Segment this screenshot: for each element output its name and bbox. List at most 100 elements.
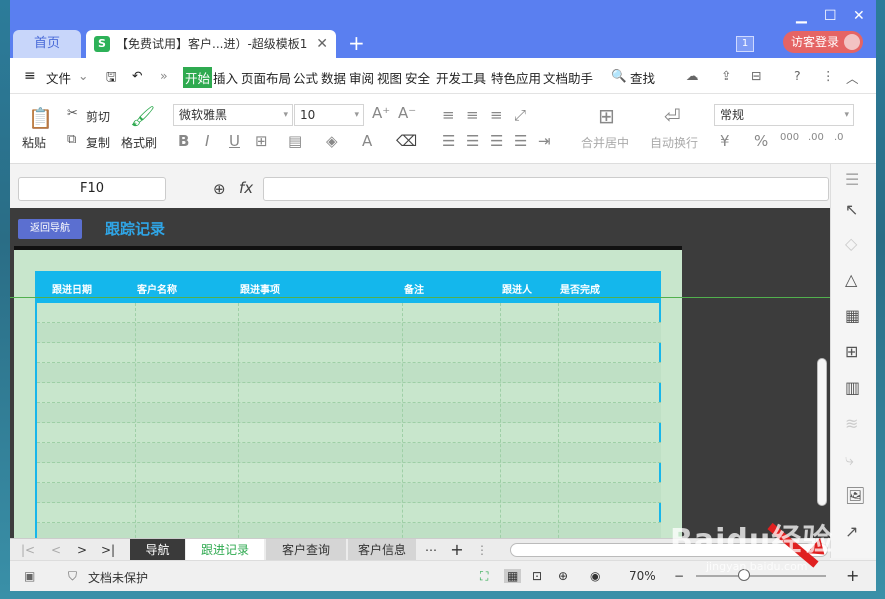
eye-protection-icon[interactable]: ◉ <box>590 569 600 583</box>
close-window-icon[interactable]: ✕ <box>853 8 865 24</box>
more-options-icon[interactable]: ⋮ <box>822 68 835 83</box>
table-row[interactable] <box>37 483 661 503</box>
justify-icon[interactable]: ☰ <box>514 132 527 150</box>
percent-icon[interactable]: % <box>754 132 768 150</box>
align-top-icon[interactable]: ≡ <box>442 106 455 124</box>
menu-formula[interactable]: 公式 <box>293 68 318 87</box>
protection-status[interactable]: 文档未保护 <box>88 569 148 586</box>
table-row[interactable] <box>37 463 661 483</box>
add-sheet-icon[interactable]: + <box>446 539 468 561</box>
reading-mode-icon[interactable]: ⊕ <box>558 569 568 583</box>
align-left-icon[interactable]: ☰ <box>442 132 455 150</box>
page-break-view-icon[interactable]: ⊡ <box>532 569 542 583</box>
minimize-icon[interactable]: ▁ <box>796 8 807 24</box>
currency-icon[interactable]: ¥ <box>720 132 730 150</box>
number-format-select[interactable]: 常规 ▾ <box>714 104 854 126</box>
new-tab-icon[interactable]: + <box>348 32 365 54</box>
prev-sheet-icon[interactable]: < <box>46 539 66 561</box>
increase-font-icon[interactable]: A⁺ <box>372 104 390 122</box>
export-icon[interactable]: ⊟ <box>751 68 761 83</box>
format-painter-label[interactable]: 格式刷 <box>121 134 157 151</box>
cloud-icon[interactable]: ☁ <box>686 68 699 83</box>
wrap-text-icon[interactable]: ⏎ <box>664 104 681 128</box>
merge-center-label[interactable]: 合并居中 <box>581 134 629 151</box>
paste-icon[interactable]: 📋 <box>28 106 53 130</box>
table-row[interactable] <box>37 323 661 343</box>
fill-color-icon[interactable]: ◈ <box>326 132 338 150</box>
layout-icon[interactable]: ▣ <box>24 569 35 583</box>
eraser-icon[interactable]: ⌫ <box>396 132 417 150</box>
more-sheets-icon[interactable]: ⋯ <box>420 539 442 561</box>
format-painter-icon[interactable]: 🖌 <box>130 104 155 128</box>
sheet-tab-customers[interactable]: 客户信息 <box>348 539 416 561</box>
table-row[interactable] <box>37 343 661 363</box>
table-row[interactable] <box>37 503 661 523</box>
font-size-select[interactable]: 10 ▾ <box>294 104 364 126</box>
border-icon[interactable]: ⊞ <box>255 132 268 150</box>
menu-view[interactable]: 视图 <box>377 68 402 87</box>
font-family-select[interactable]: 微软雅黑 ▾ <box>173 104 293 126</box>
zoom-in-icon[interactable]: + <box>846 566 859 585</box>
zoom-out-icon[interactable]: − <box>674 569 684 583</box>
table-row[interactable] <box>37 523 661 538</box>
font-color-icon[interactable]: A <box>362 132 372 150</box>
copy-icon[interactable]: ⧉ <box>67 132 76 147</box>
chart-icon[interactable]: ▥ <box>845 378 860 397</box>
align-bottom-icon[interactable]: ≡ <box>490 106 503 124</box>
zoom-find-icon[interactable]: ⊕ <box>213 180 226 198</box>
table-row[interactable] <box>37 403 661 423</box>
apps-icon[interactable]: ⊞ <box>845 342 858 361</box>
image-icon[interactable]: 🖼 <box>845 486 865 505</box>
orientation-icon[interactable]: ⤢ <box>514 106 526 124</box>
more-icon[interactable]: » <box>160 68 168 83</box>
sheet-tab-nav[interactable]: 导航 <box>130 539 185 561</box>
menu-data[interactable]: 数据 <box>321 68 346 87</box>
close-tab-icon[interactable]: ✕ <box>316 30 328 58</box>
cut-label[interactable]: 剪切 <box>86 108 110 125</box>
cell-style-icon[interactable]: ▤ <box>288 132 302 150</box>
normal-view-icon[interactable]: ▦ <box>504 569 522 583</box>
menu-doc-assistant[interactable]: 文档助手 <box>543 68 593 87</box>
back-to-nav-button[interactable]: 返回导航 <box>18 219 82 239</box>
menu-security[interactable]: 安全 <box>405 68 430 87</box>
share-icon[interactable]: ⇪ <box>721 68 731 83</box>
undo-icon[interactable]: ↶ <box>132 68 142 83</box>
bold-icon[interactable]: B <box>178 132 189 150</box>
window-count-badge[interactable]: 1 <box>736 36 754 52</box>
chevron-down-icon[interactable]: ⌄ <box>78 68 88 83</box>
share-out-icon[interactable]: ↗ <box>845 522 858 541</box>
indent-icon[interactable]: ⇥ <box>538 132 551 150</box>
sheet-tab-query[interactable]: 客户查询 <box>266 539 346 561</box>
select-icon[interactable]: ↖ <box>845 200 858 219</box>
hamburger-icon[interactable]: ≡ <box>24 68 36 84</box>
style-icon[interactable]: △ <box>845 270 857 289</box>
decrease-decimal-icon[interactable]: .0 <box>834 132 844 143</box>
vertical-scrollbar[interactable] <box>817 358 827 506</box>
sheet-tab-tracking[interactable]: 跟进记录 <box>186 539 264 561</box>
name-box[interactable]: F10 <box>18 177 166 201</box>
menu-insert[interactable]: 插入 <box>213 68 238 87</box>
increase-decimal-icon[interactable]: .00 <box>808 132 824 143</box>
guest-login-button[interactable]: 访客登录 <box>783 31 863 53</box>
fx-icon[interactable]: fx <box>239 179 253 197</box>
menu-review[interactable]: 审阅 <box>349 68 374 87</box>
collapse-ribbon-icon[interactable]: ︿ <box>846 68 859 87</box>
paste-label[interactable]: 粘贴 <box>22 134 46 151</box>
decrease-font-icon[interactable]: A⁻ <box>398 104 416 122</box>
home-tab[interactable]: 首页 <box>13 30 81 58</box>
last-sheet-icon[interactable]: >| <box>98 539 118 561</box>
filter-icon[interactable]: ≋ <box>845 414 858 433</box>
maximize-icon[interactable]: ☐ <box>824 8 837 24</box>
scissors-icon[interactable]: ✂ <box>67 106 78 121</box>
next-sheet-icon[interactable]: > <box>72 539 92 561</box>
table-row[interactable] <box>37 383 661 403</box>
italic-icon[interactable]: I <box>205 132 209 150</box>
table-row[interactable] <box>37 423 661 443</box>
document-tab[interactable]: S 【免费试用】客户...进）-超级模板1 ✕ <box>86 30 336 58</box>
table-row[interactable] <box>37 303 661 323</box>
menu-special[interactable]: 特色应用 <box>491 68 541 87</box>
zoom-slider[interactable] <box>696 575 826 577</box>
splitter-icon[interactable]: ⋮ <box>476 539 488 561</box>
first-sheet-icon[interactable]: |< <box>18 539 38 561</box>
help-icon[interactable]: ? <box>794 68 801 83</box>
